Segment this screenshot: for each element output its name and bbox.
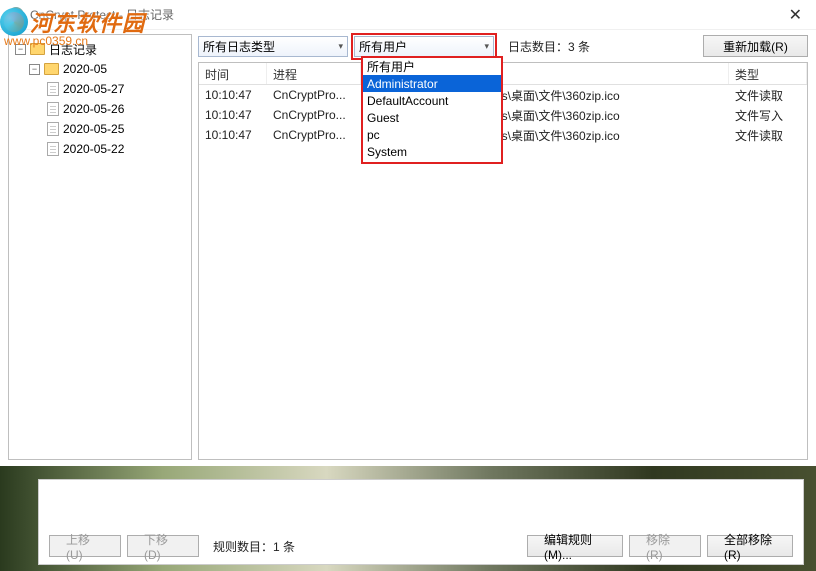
- dropdown-option[interactable]: 所有用户: [363, 58, 501, 75]
- tree-root-label: 日志记录: [49, 41, 97, 58]
- chevron-down-icon: ▾: [484, 41, 489, 52]
- table-row[interactable]: 10:10:47CnCryptPro...pcD:\tools\桌面\文件\36…: [199, 105, 807, 125]
- log-type-combo[interactable]: 所有日志类型 ▾: [198, 36, 348, 57]
- toolbar: 所有日志类型 ▾ 所有用户 ▾ 日志数目：3 条 重新加载(R): [198, 34, 808, 58]
- tree-day[interactable]: 2020-05-22: [11, 139, 189, 159]
- cell-type: 文件读取: [729, 127, 807, 144]
- move-up-button[interactable]: 上移(U): [49, 535, 121, 557]
- chevron-down-icon: ▾: [338, 41, 343, 52]
- folder-icon: [30, 43, 45, 55]
- tree-day-label: 2020-05-27: [63, 82, 124, 96]
- folder-icon: [44, 63, 59, 75]
- user-combo-value: 所有用户: [359, 38, 407, 55]
- tree-day[interactable]: 2020-05-26: [11, 99, 189, 119]
- user-combo[interactable]: 所有用户 ▾: [354, 36, 494, 57]
- file-icon: [47, 102, 59, 116]
- cell-time: 10:10:47: [199, 128, 267, 142]
- dropdown-option[interactable]: System: [363, 143, 501, 160]
- remove-all-button[interactable]: 全部移除(R): [707, 535, 793, 557]
- cell-process: CnCryptPro...: [267, 88, 361, 102]
- cell-time: 10:10:47: [199, 88, 267, 102]
- dropdown-option[interactable]: pc: [363, 126, 501, 143]
- move-down-button[interactable]: 下移(D): [127, 535, 199, 557]
- dropdown-option[interactable]: Administrator: [363, 75, 501, 92]
- tree-day-label: 2020-05-26: [63, 102, 124, 116]
- app-icon: ◐: [8, 7, 24, 23]
- remove-rule-button[interactable]: 移除(R): [629, 535, 701, 557]
- file-icon: [47, 82, 59, 96]
- cell-time: 10:10:47: [199, 108, 267, 122]
- table-row[interactable]: 10:10:47CnCryptPro...pcD:\tools\桌面\文件\36…: [199, 125, 807, 145]
- file-icon: [47, 142, 59, 156]
- window-title: CnCrypt Protect - 日志记录: [30, 6, 783, 23]
- cell-type: 文件写入: [729, 107, 807, 124]
- cell-process: CnCryptPro...: [267, 108, 361, 122]
- tree-month[interactable]: − 2020-05: [11, 59, 189, 79]
- table-row[interactable]: 10:10:47CnCryptPro...pcD:\tools\桌面\文件\36…: [199, 85, 807, 105]
- user-dropdown-list[interactable]: 所有用户AdministratorDefaultAccountGuestpcSy…: [361, 56, 503, 164]
- tree-root[interactable]: − 日志记录: [11, 39, 189, 59]
- tree-day-label: 2020-05-22: [63, 142, 124, 156]
- log-type-value: 所有日志类型: [203, 38, 275, 55]
- sidebar-tree[interactable]: − 日志记录 − 2020-05 2020-05-27 2020-05-26 202…: [8, 34, 192, 460]
- cell-process: CnCryptPro...: [267, 128, 361, 142]
- titlebar: ◐ CnCrypt Protect - 日志记录 ✕: [0, 0, 816, 30]
- edit-rule-button[interactable]: 编辑规则(M)...: [527, 535, 623, 557]
- close-button[interactable]: ✕: [783, 5, 808, 25]
- collapse-icon[interactable]: −: [29, 64, 40, 75]
- dropdown-option[interactable]: DefaultAccount: [363, 92, 501, 109]
- col-time[interactable]: 时间: [199, 63, 267, 84]
- tree-day[interactable]: 2020-05-27: [11, 79, 189, 99]
- collapse-icon[interactable]: −: [15, 44, 26, 55]
- reload-button[interactable]: 重新加载(R): [703, 35, 808, 57]
- tree-day-label: 2020-05-25: [63, 122, 124, 136]
- tree-month-label: 2020-05: [63, 62, 107, 76]
- dropdown-option[interactable]: Guest: [363, 109, 501, 126]
- grid-header: 时间 进程 用户 目标 类型: [199, 63, 807, 85]
- log-count: 日志数目：3 条: [508, 38, 590, 55]
- log-grid[interactable]: 时间 进程 用户 目标 类型 10:10:47CnCryptPro...pcD:…: [198, 62, 808, 460]
- rule-count: 规则数目：1 条: [213, 538, 295, 555]
- file-icon: [47, 122, 59, 136]
- col-process[interactable]: 进程: [267, 63, 361, 84]
- col-type[interactable]: 类型: [729, 63, 807, 84]
- rules-panel: 上移(U) 下移(D) 规则数目：1 条 编辑规则(M)... 移除(R) 全部…: [38, 479, 804, 565]
- tree-day[interactable]: 2020-05-25: [11, 119, 189, 139]
- cell-type: 文件读取: [729, 87, 807, 104]
